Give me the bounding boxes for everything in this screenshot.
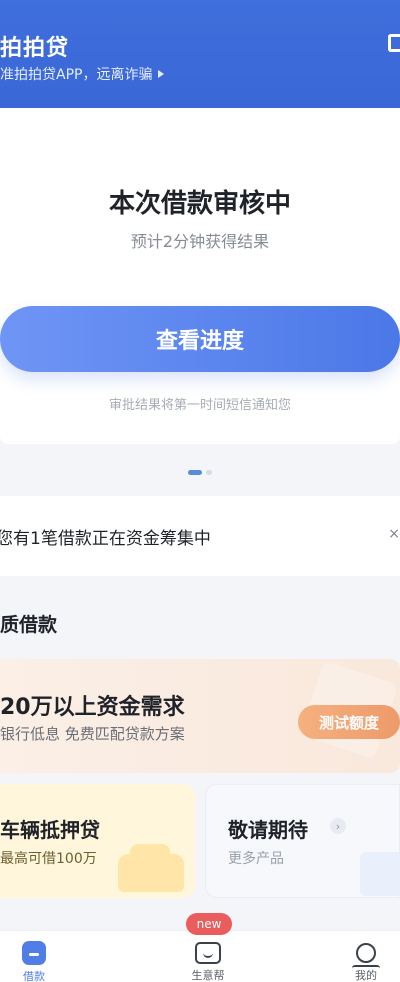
coming-soon-subtitle: 更多产品 <box>228 851 284 867</box>
home-icon <box>21 941 47 965</box>
tab-business-help-label: 生意帮 <box>191 969 225 982</box>
page: 拍拍贷 准拍拍贷APP，远离诈骗 本次借款审核中 预计2分钟获得结果 查看进度 … <box>0 0 400 982</box>
brand-title: 拍拍贷 <box>0 36 70 61</box>
coming-soon-title: 敬请期待 <box>228 818 308 842</box>
tab-loan[interactable]: 借款 <box>0 931 84 982</box>
bottom-tabbar: 借款 生意帮 我的 <box>0 930 400 982</box>
chevron-right-icon: › <box>330 818 346 834</box>
close-icon[interactable]: × <box>388 526 400 542</box>
view-progress-button[interactable]: 查看进度 <box>0 306 400 372</box>
service-icon <box>195 941 221 964</box>
funding-notice-text: 您有1笔借款正在资金筹集中 <box>0 528 211 549</box>
review-subtitle: 预计2分钟获得结果 <box>130 232 270 251</box>
anti-fraud-tagline[interactable]: 准拍拍贷APP，远离诈骗 <box>0 64 165 84</box>
play-icon <box>158 70 165 78</box>
review-title: 本次借款审核中 <box>108 189 291 219</box>
sms-notice: 审批结果将第一时间短信通知您 <box>108 398 291 413</box>
tab-business-help[interactable]: 生意帮 <box>158 931 258 982</box>
home-icon-shape <box>22 941 46 965</box>
test-quota-button[interactable]: 测试额度 <box>298 705 400 739</box>
pager-dot-active[interactable] <box>188 470 202 475</box>
car-icon <box>118 844 184 892</box>
promo-title: 20万以上资金需求 <box>0 695 185 720</box>
funding-notice-row[interactable]: 您有1笔借款正在资金筹集中 × <box>0 496 400 576</box>
tab-mine[interactable]: 我的 <box>316 931 400 982</box>
carousel-pager <box>0 470 400 475</box>
vehicle-loan-subtitle: 最高可借100万 <box>0 851 97 867</box>
promo-banner[interactable]: 20万以上资金需求 银行低息 免费匹配贷款方案 测试额度 <box>0 659 400 773</box>
new-badge: new <box>186 913 232 935</box>
promo-subtitle: 银行低息 免费匹配贷款方案 <box>0 725 185 743</box>
user-icon-shape <box>352 942 380 967</box>
document-illustration <box>360 852 400 896</box>
vehicle-loan-title: 车辆抵押贷 <box>0 818 100 842</box>
pager-dot[interactable] <box>206 470 212 475</box>
header: 拍拍贷 准拍拍贷APP，远离诈骗 <box>0 0 400 108</box>
tagline-text: 准拍拍贷APP，远离诈骗 <box>0 67 153 83</box>
service-icon-shape <box>195 941 221 964</box>
user-icon <box>352 941 380 967</box>
chat-icon[interactable] <box>388 34 400 52</box>
tab-loan-label: 借款 <box>23 970 45 982</box>
section-title: 质借款 <box>0 614 58 636</box>
